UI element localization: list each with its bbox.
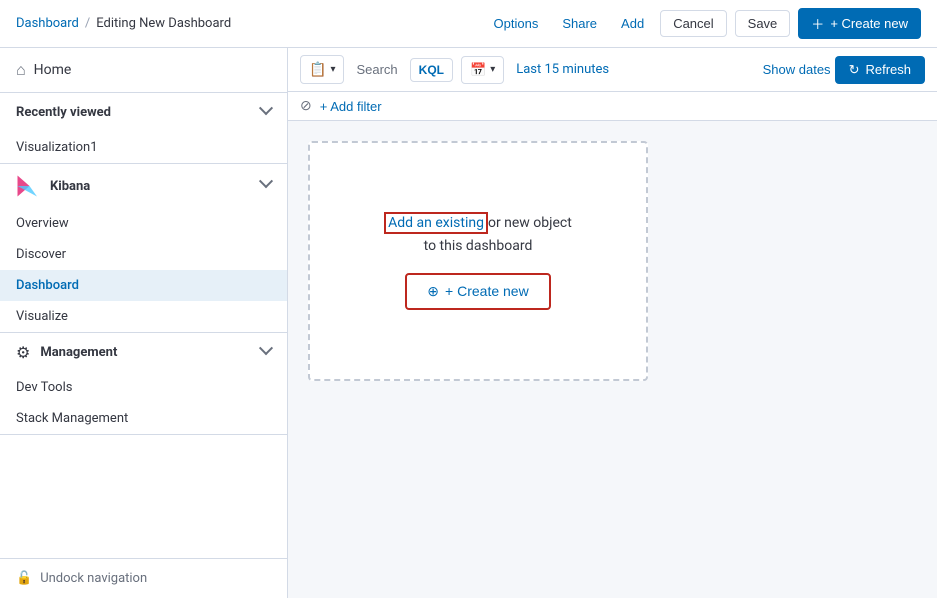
kibana-label: Kibana — [50, 179, 90, 194]
sidebar-item-dashboard[interactable]: Dashboard — [0, 270, 287, 301]
breadcrumb-current: Editing New Dashboard — [96, 16, 231, 31]
filter-bar: 📋 ▾ Search KQL 📅 ▾ Last 15 minutes Show … — [288, 48, 937, 92]
sidebar-item-stack-management[interactable]: Stack Management — [0, 403, 287, 434]
undock-navigation-button[interactable]: 🔓 Undock navigation — [0, 558, 287, 598]
query-picker-button[interactable]: 📋 ▾ — [300, 55, 344, 84]
lock-icon: 🔓 — [16, 571, 32, 586]
search-button[interactable]: Search — [348, 58, 405, 81]
sidebar-item-visualize[interactable]: Visualize — [0, 301, 287, 332]
options-button[interactable]: Options — [486, 12, 547, 35]
cancel-button[interactable]: Cancel — [660, 10, 726, 37]
add-existing-link[interactable]: Add an existing — [384, 212, 488, 234]
time-display: Last 15 minutes — [508, 62, 758, 77]
add-filter-button[interactable]: + Add filter — [320, 99, 382, 114]
drop-zone: Add an existingor new object to this das… — [308, 141, 648, 381]
calendar-icon: 📅 — [470, 62, 486, 78]
undock-label: Undock navigation — [40, 571, 147, 586]
create-new-canvas-button[interactable]: ⊕ + Create new — [405, 273, 550, 310]
breadcrumb-separator: / — [85, 16, 90, 31]
recently-viewed-chevron — [259, 101, 273, 115]
layout: ⌂ Home Recently viewed Visualization1 — [0, 48, 937, 598]
add-button[interactable]: Add — [613, 12, 652, 35]
share-button[interactable]: Share — [554, 12, 605, 35]
add-filter-label: + Add filter — [320, 99, 382, 114]
filter-icon: ⊘ — [300, 98, 312, 114]
home-icon: ⌂ — [16, 60, 26, 80]
recently-viewed-label: Recently viewed — [16, 105, 111, 120]
plus-icon: ＋ — [811, 14, 824, 33]
recently-viewed-header[interactable]: Recently viewed — [0, 93, 287, 132]
time-picker-button[interactable]: 📅 ▾ — [461, 56, 504, 84]
management-section-header[interactable]: ⚙ Management — [0, 333, 287, 372]
sidebar-section-recently-viewed: Recently viewed Visualization1 — [0, 93, 287, 164]
sidebar-item-discover[interactable]: Discover — [0, 239, 287, 270]
refresh-button[interactable]: ↻ Refresh — [835, 56, 925, 84]
sidebar-home-label: Home — [34, 62, 72, 78]
sidebar-section-kibana: Kibana Overview Discover Dashboard Visua… — [0, 164, 287, 333]
canvas-area: Add an existingor new object to this das… — [288, 121, 937, 598]
sidebar-item-home[interactable]: ⌂ Home — [0, 48, 287, 93]
calendar-chevron: ▾ — [490, 64, 495, 75]
sidebar: ⌂ Home Recently viewed Visualization1 — [0, 48, 288, 598]
management-chevron — [259, 341, 273, 355]
query-icon: 📋 — [309, 61, 326, 78]
create-new-header-button[interactable]: ＋ + Create new — [798, 8, 921, 39]
breadcrumb: Dashboard / Editing New Dashboard — [16, 16, 231, 31]
save-button[interactable]: Save — [735, 10, 791, 37]
sidebar-item-overview[interactable]: Overview — [0, 208, 287, 239]
circle-plus-icon: ⊕ — [427, 283, 439, 300]
management-label: Management — [40, 345, 117, 360]
kql-button[interactable]: KQL — [410, 58, 453, 82]
show-dates-button[interactable]: Show dates — [763, 62, 831, 77]
main-content: 📋 ▾ Search KQL 📅 ▾ Last 15 minutes Show … — [288, 48, 937, 598]
top-bar: Dashboard / Editing New Dashboard Option… — [0, 0, 937, 48]
drop-zone-text: Add an existingor new object to this das… — [384, 212, 572, 257]
top-actions: Options Share Add Cancel Save ＋ + Create… — [486, 8, 921, 39]
breadcrumb-parent[interactable]: Dashboard — [16, 16, 79, 31]
gear-icon: ⚙ — [16, 343, 30, 362]
chevron-query: ▾ — [330, 64, 335, 75]
refresh-icon: ↻ — [849, 62, 860, 78]
filter-row: ⊘ + Add filter — [288, 92, 937, 121]
kibana-section-header[interactable]: Kibana — [0, 164, 287, 208]
kibana-chevron — [259, 174, 273, 188]
kibana-logo — [16, 174, 40, 198]
sidebar-section-management: ⚙ Management Dev Tools Stack Management — [0, 333, 287, 435]
sidebar-item-dev-tools[interactable]: Dev Tools — [0, 372, 287, 403]
list-item[interactable]: Visualization1 — [0, 132, 287, 163]
